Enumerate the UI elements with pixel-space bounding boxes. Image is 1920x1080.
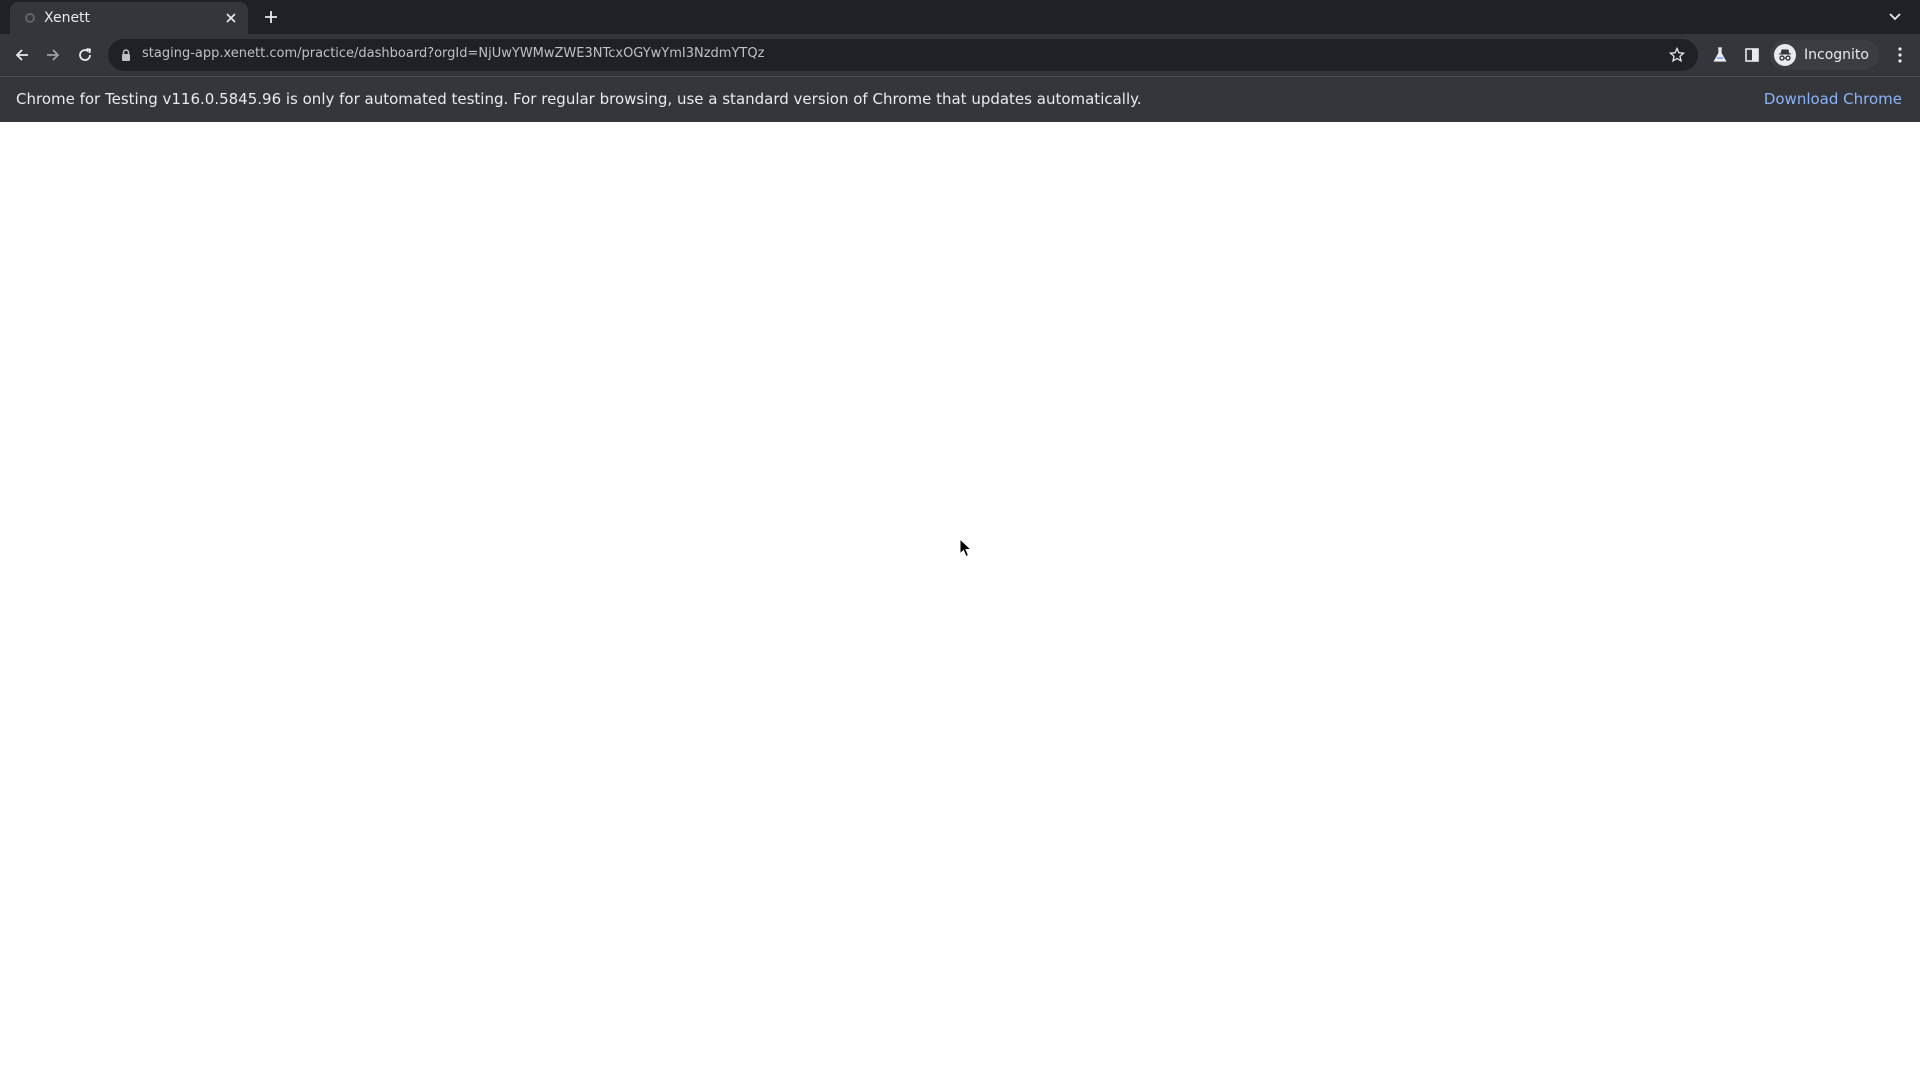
testing-infobar: Chrome for Testing v116.0.5845.96 is onl…: [0, 76, 1920, 123]
close-icon[interactable]: [222, 9, 240, 27]
lock-icon[interactable]: [118, 47, 134, 63]
kebab-menu-icon: [1898, 47, 1902, 63]
download-chrome-link[interactable]: Download Chrome: [1764, 90, 1902, 108]
infobar-message: Chrome for Testing v116.0.5845.96 is onl…: [16, 90, 1142, 108]
incognito-profile-button[interactable]: Incognito: [1770, 40, 1879, 70]
new-tab-button[interactable]: [260, 6, 282, 28]
labs-button[interactable]: [1710, 45, 1730, 65]
tab-strip: Xenett: [0, 0, 1920, 34]
tab-search-button[interactable]: [1884, 6, 1906, 28]
page-content: [0, 122, 1920, 1080]
star-icon[interactable]: [1668, 46, 1686, 64]
arrow-left-icon: [14, 47, 30, 63]
url-text[interactable]: staging-app.xenett.com/practice/dashboar…: [142, 46, 764, 61]
tab-xenett[interactable]: Xenett: [10, 2, 248, 34]
reload-icon: [77, 47, 93, 63]
reload-button[interactable]: [73, 43, 97, 67]
side-panel-button[interactable]: [1742, 45, 1762, 65]
loading-favicon-icon: [24, 12, 36, 24]
browser-window: Xenett staging-app.xenett.com/practice/d…: [0, 0, 1920, 1080]
address-bar[interactable]: staging-app.xenett.com/practice/dashboar…: [108, 39, 1698, 71]
incognito-icon: [1774, 44, 1796, 66]
incognito-label: Incognito: [1804, 47, 1869, 63]
flask-icon: [1712, 47, 1728, 63]
mouse-pointer-icon: [959, 537, 973, 558]
plus-icon: [264, 10, 278, 24]
chevron-down-icon: [1889, 13, 1901, 21]
browser-toolbar: staging-app.xenett.com/practice/dashboar…: [0, 34, 1920, 76]
tab-title: Xenett: [44, 10, 91, 26]
back-button[interactable]: [10, 43, 34, 67]
side-panel-icon: [1744, 47, 1760, 63]
arrow-right-icon: [45, 47, 61, 63]
browser-menu-button[interactable]: [1890, 45, 1910, 65]
forward-button[interactable]: [41, 43, 65, 67]
